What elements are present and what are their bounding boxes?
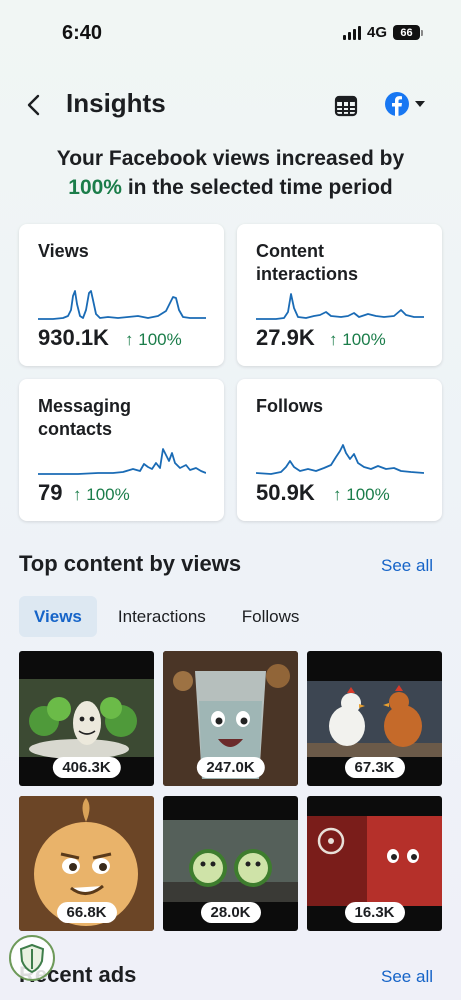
- metric-title: Views: [38, 241, 89, 261]
- network-label: 4G: [366, 24, 387, 41]
- metric-change: ↑ 100%: [125, 330, 182, 350]
- metric-change: ↑ 100%: [73, 485, 130, 505]
- status-indicators: 4G 66: [342, 24, 423, 41]
- view-count-badge: 28.0K: [200, 902, 261, 923]
- interactions-sparkline: [256, 293, 424, 320]
- view-count-badge: 16.3K: [344, 902, 405, 923]
- arrow-up-icon: ↑: [329, 330, 338, 349]
- metric-value: 79: [38, 480, 63, 505]
- status-bar: 6:40 4G 66: [0, 0, 461, 70]
- caret-down-icon: [415, 101, 425, 107]
- metric-value: 50.9K: [256, 480, 315, 505]
- metric-card-messaging-contacts[interactable]: Messaging contacts 79 ↑ 100%: [19, 379, 224, 521]
- view-count-badge: 67.3K: [344, 757, 405, 778]
- summary-headline: Your Facebook views increased by 100% in…: [0, 144, 461, 202]
- content-thumbnail[interactable]: 66.8K: [19, 796, 154, 931]
- metric-change-value: 100%: [346, 485, 390, 504]
- metric-change: ↑ 100%: [333, 485, 390, 505]
- content-thumbnail[interactable]: 28.0K: [163, 796, 298, 931]
- headline-suffix: in the selected time period: [127, 176, 393, 199]
- tab-interactions[interactable]: Interactions: [103, 596, 221, 637]
- shield-badge-icon: [9, 935, 55, 981]
- metric-title: Content interactions: [256, 241, 359, 284]
- metric-value: 930.1K: [38, 325, 109, 350]
- content-thumbnail[interactable]: 16.3K: [307, 796, 442, 931]
- headline-line-1: Your Facebook views increased by: [56, 147, 405, 170]
- metric-change-value: 100%: [138, 330, 182, 349]
- arrow-up-icon: ↑: [125, 330, 134, 349]
- facebook-icon: [385, 92, 409, 116]
- metric-change-value: 100%: [342, 330, 386, 349]
- tab-views[interactable]: Views: [19, 596, 97, 637]
- content-thumbnail[interactable]: 406.3K: [19, 651, 154, 786]
- metric-card-views[interactable]: Views 930.1K ↑ 100%: [19, 224, 224, 366]
- top-content-see-all-link[interactable]: See all: [381, 556, 433, 576]
- view-count-badge: 406.3K: [52, 757, 121, 778]
- battery-level: 66: [393, 25, 420, 40]
- arrow-up-icon: ↑: [333, 485, 342, 504]
- top-content-tabs: Views Interactions Follows: [19, 596, 320, 637]
- view-count-badge: 66.8K: [56, 902, 117, 923]
- metric-change-value: 100%: [86, 485, 130, 504]
- metric-value: 27.9K: [256, 325, 315, 350]
- metric-card-follows[interactable]: Follows 50.9K ↑ 100%: [237, 379, 442, 521]
- recent-ads-see-all-link[interactable]: See all: [381, 967, 433, 987]
- battery-icon: 66: [393, 25, 423, 40]
- chevron-left-icon[interactable]: [22, 92, 48, 118]
- follows-sparkline: [256, 444, 424, 475]
- signal-icon: [342, 25, 361, 40]
- headline-line-2: 100% in the selected time period: [0, 173, 461, 202]
- arrow-up-icon: ↑: [73, 485, 82, 504]
- header: Insights: [0, 84, 461, 128]
- tab-follows[interactable]: Follows: [227, 596, 315, 637]
- metric-title: Follows: [256, 396, 323, 416]
- page-title: Insights: [66, 88, 166, 118]
- top-content-title: Top content by views: [19, 551, 242, 576]
- view-count-badge: 247.0K: [196, 757, 265, 778]
- status-time: 6:40: [62, 22, 103, 44]
- metric-title: Messaging contacts: [38, 396, 132, 439]
- metric-card-content-interactions[interactable]: Content interactions 27.9K ↑ 100%: [237, 224, 442, 366]
- metric-change: ↑ 100%: [329, 330, 386, 350]
- account-switcher[interactable]: [384, 91, 426, 117]
- table-icon[interactable]: [333, 93, 359, 119]
- headline-percent: 100%: [68, 176, 122, 199]
- content-thumbnail[interactable]: 247.0K: [163, 651, 298, 786]
- content-thumbnail[interactable]: 67.3K: [307, 651, 442, 786]
- views-sparkline: [38, 290, 206, 320]
- messaging-sparkline: [38, 448, 206, 475]
